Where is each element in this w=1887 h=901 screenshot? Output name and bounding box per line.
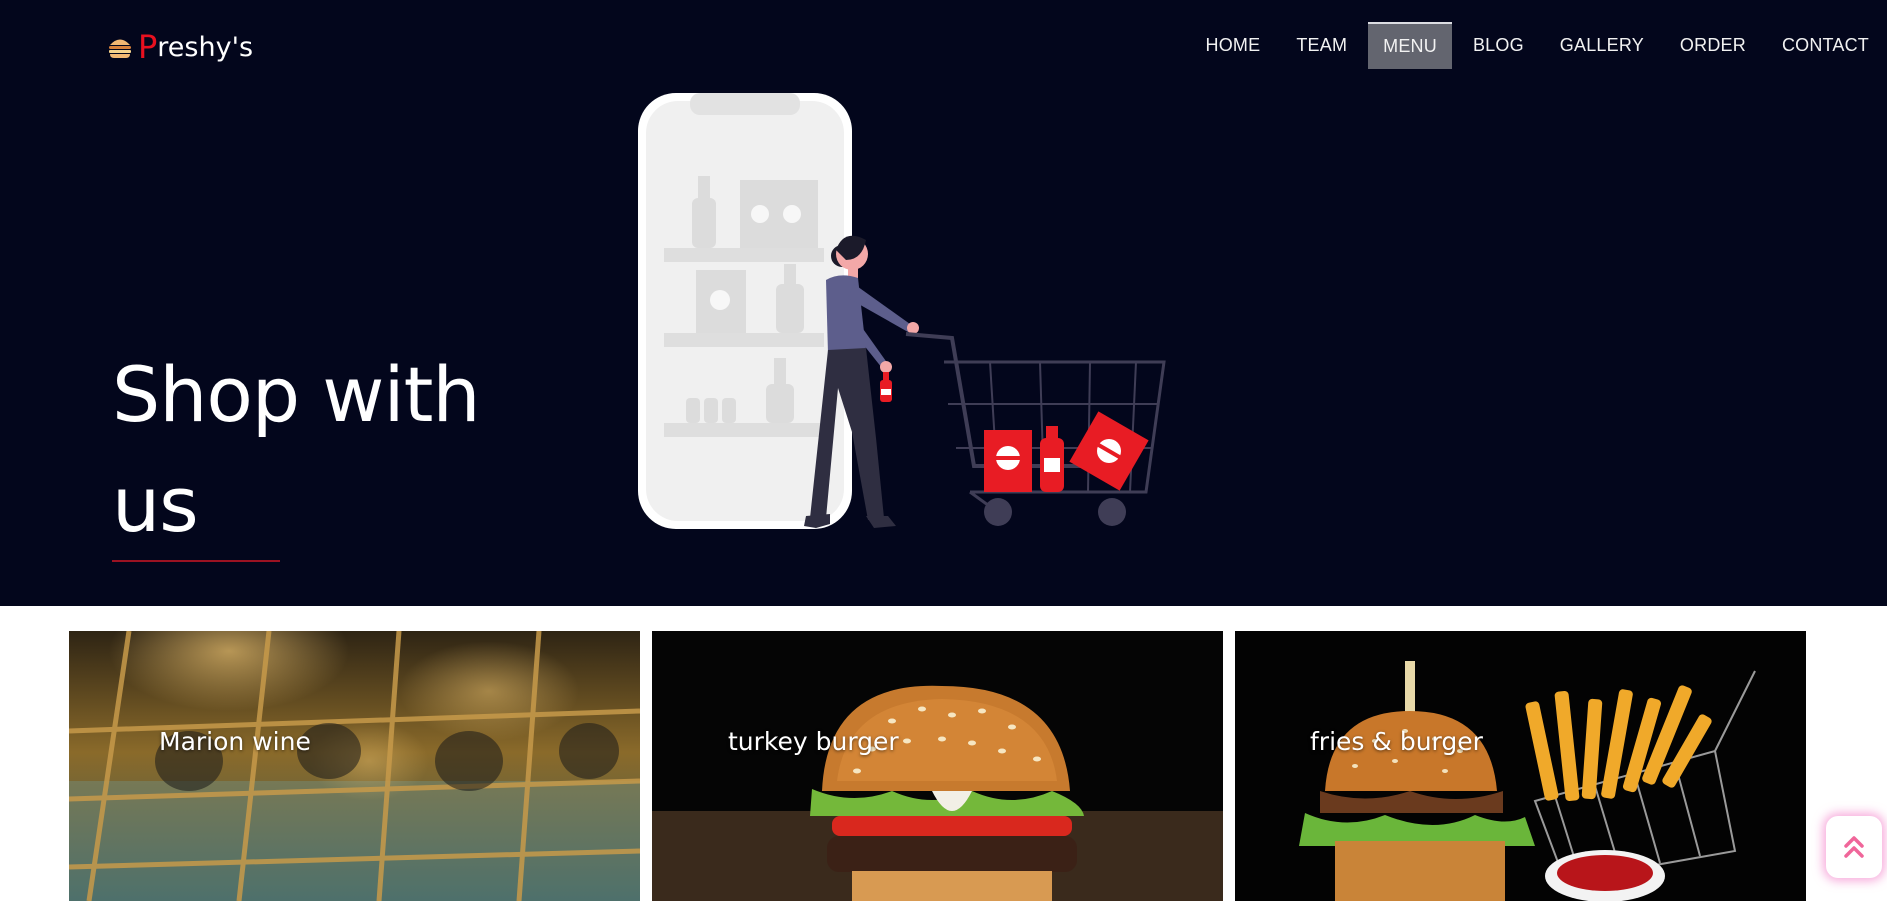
scroll-to-top-button[interactable] — [1826, 816, 1882, 878]
nav-contact[interactable]: CONTACT — [1767, 23, 1884, 68]
double-chevron-up-icon — [1844, 836, 1864, 858]
nav-gallery[interactable]: GALLERY — [1545, 23, 1659, 68]
fries-burger-photo — [1235, 631, 1806, 901]
card-label-fries-burger: fries & burger — [1310, 727, 1483, 756]
brand-initial: P — [138, 28, 158, 66]
burger-icon — [109, 39, 131, 58]
menu-card-fries-burger[interactable]: fries & burger — [1235, 631, 1806, 901]
nav-menu[interactable]: MENU — [1368, 22, 1452, 69]
wine-photo — [69, 631, 640, 901]
card-label-wine: Marion wine — [159, 727, 311, 756]
nav-blog[interactable]: BLOG — [1458, 23, 1539, 68]
shopping-illustration — [638, 93, 1166, 529]
turkey-burger-photo — [652, 631, 1223, 901]
brand-name: reshy's — [157, 31, 254, 63]
main-nav: HOME TEAM MENU BLOG GALLERY ORDER CONTAC… — [1188, 22, 1887, 69]
hero-section: Preshy's HOME TEAM MENU BLOG GALLERY ORD… — [0, 0, 1887, 606]
brand-logo[interactable]: Preshy's — [108, 28, 253, 66]
nav-order[interactable]: ORDER — [1665, 23, 1761, 68]
nav-home[interactable]: HOME — [1191, 23, 1276, 68]
hero-underline — [112, 560, 280, 562]
menu-card-turkey-burger[interactable]: turkey burger — [652, 631, 1223, 901]
menu-card-wine[interactable]: Marion wine — [69, 631, 640, 901]
hero-title: Shop with us — [112, 350, 481, 549]
card-label-turkey-burger: turkey burger — [728, 727, 899, 756]
nav-team[interactable]: TEAM — [1281, 23, 1362, 68]
